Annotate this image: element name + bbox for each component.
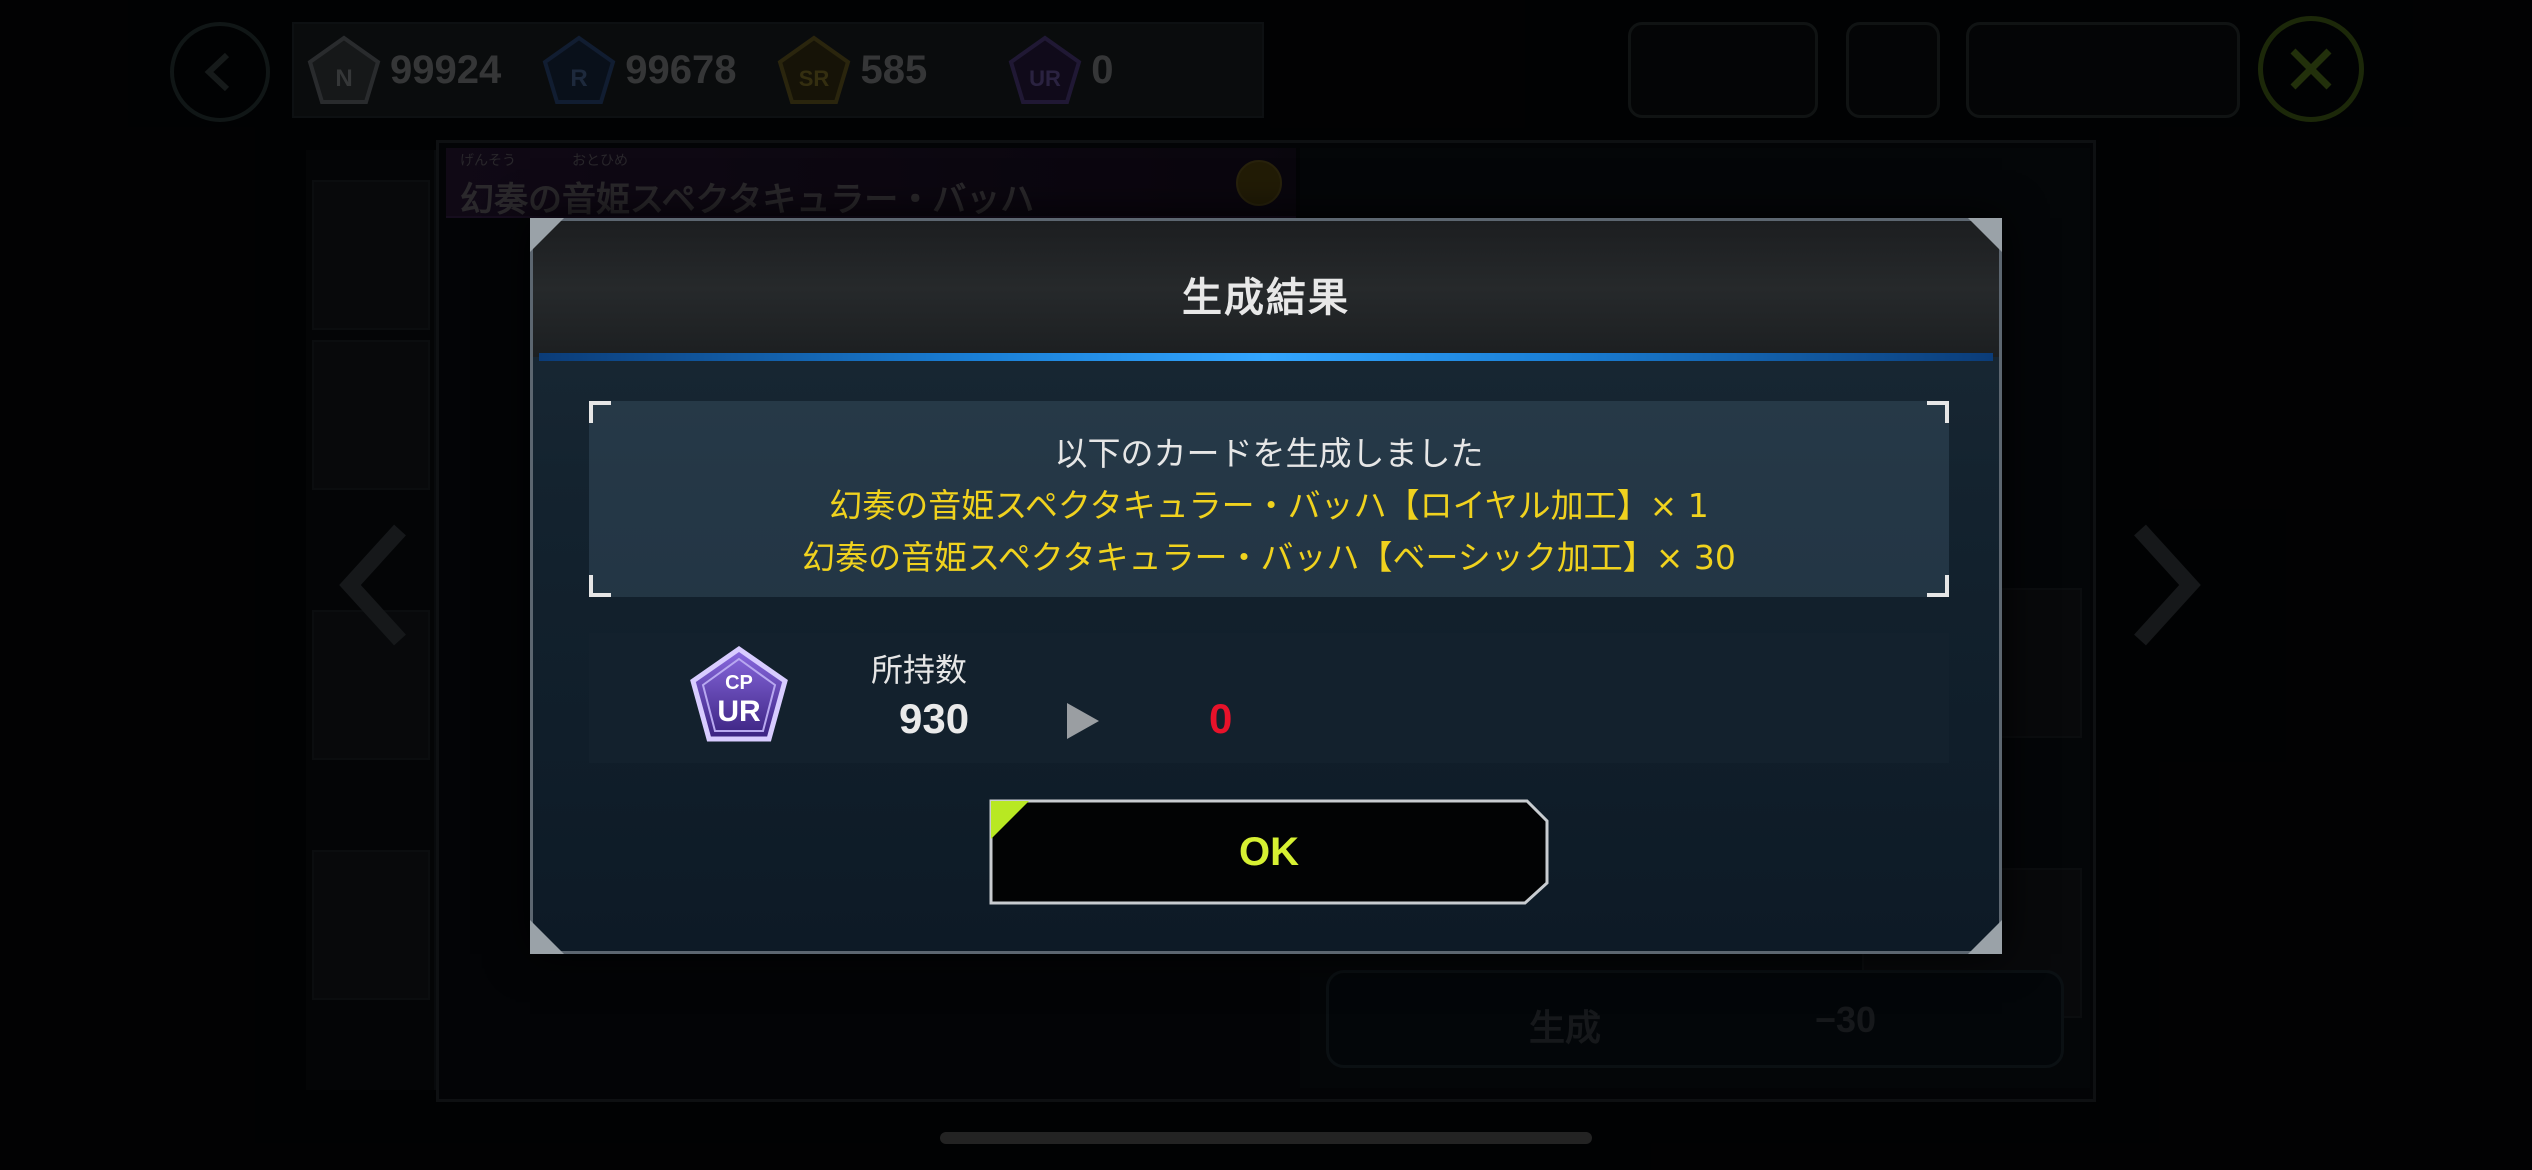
- card-thumbnail[interactable]: [312, 850, 430, 1000]
- result-line: 幻奏の音姫スペクタキュラー・バッハ【ベーシック加工】× 30: [802, 538, 1736, 577]
- generate-label: 生成: [1529, 1008, 1602, 1049]
- card-name: 幻奏の音姫スペクタキュラー・バッハ: [460, 180, 1035, 220]
- cp-n-gem-icon: N: [307, 35, 381, 104]
- result-line: 幻奏の音姫スペクタキュラー・バッハ【ロイヤル加工】× 1: [829, 486, 1709, 525]
- frame-bracket: [1927, 401, 1949, 423]
- card-thumbnail[interactable]: [312, 180, 430, 330]
- frame-corner: [1968, 920, 2002, 954]
- ok-button[interactable]: OK: [989, 799, 1549, 905]
- svg-text:N: N: [335, 65, 352, 92]
- dialog-title: 生成結果: [1182, 275, 1350, 321]
- cp-sr-counter: SR 585: [776, 34, 927, 106]
- svg-text:UR: UR: [717, 695, 761, 728]
- frame-corner: [530, 218, 564, 252]
- home-indicator[interactable]: [940, 1132, 1592, 1144]
- cp-sr-gem-icon: SR: [778, 35, 851, 104]
- chevron-left-icon: [204, 52, 230, 92]
- svg-text:R: R: [571, 65, 588, 92]
- frame-bracket: [589, 401, 611, 423]
- play-arrow-icon: [1067, 703, 1099, 739]
- cp-r-counter: R 99678: [541, 34, 736, 106]
- generation-result-dialog: 生成結果 以下のカードを生成しました 幻奏の音姫スペクタキュラー・バッハ【ロイヤ…: [530, 218, 2002, 954]
- cp-ur-gem-icon: CP UR: [690, 645, 788, 742]
- svg-text:SR: SR: [799, 66, 830, 91]
- card-furigana: げんそう おとひめ: [460, 153, 628, 169]
- cp-n-counter: N 99924: [306, 34, 501, 106]
- cp-ur-counter: UR 0: [1007, 34, 1113, 106]
- back-button[interactable]: [170, 22, 270, 122]
- cp-sr-value: 585: [860, 47, 928, 92]
- next-card-arrow-icon[interactable]: [2120, 520, 2210, 650]
- result-message: 以下のカードを生成しました: [1054, 434, 1484, 473]
- cp-r-gem-icon: R: [542, 35, 616, 104]
- frame-corner: [1968, 218, 2002, 252]
- owned-count-after: 0: [1209, 695, 1233, 742]
- cp-counter-bar: N 99924 R 99678 SR 585 UR 0: [292, 22, 1264, 118]
- ok-button-label: OK: [1239, 829, 1299, 874]
- stamp-button[interactable]: [1628, 22, 1818, 118]
- close-button[interactable]: [2258, 16, 2364, 122]
- cp-r-value: 99678: [625, 47, 737, 92]
- rarity-filter-button[interactable]: [1846, 22, 1940, 118]
- generate-cost: −30: [1815, 999, 1877, 1040]
- card-title-bar: げんそう おとひめ 幻奏の音姫スペクタキュラー・バッハ: [446, 148, 1296, 220]
- result-message-box: 以下のカードを生成しました 幻奏の音姫スペクタキュラー・バッハ【ロイヤル加工】×…: [589, 401, 1949, 597]
- cp-n-value: 99924: [390, 47, 502, 92]
- svg-text:UR: UR: [1029, 66, 1061, 91]
- owned-count-before: 930: [899, 695, 970, 742]
- owned-count-row: CP UR 所持数 930 0: [589, 633, 1949, 763]
- dialog-header: 生成結果: [533, 221, 1999, 361]
- owned-count-label: 所持数: [871, 651, 968, 689]
- cp-ur-value: 0: [1091, 47, 1114, 92]
- generate-button[interactable]: 生成 −30: [1326, 970, 2064, 1068]
- attribute-icon: [1236, 160, 1282, 206]
- svg-text:CP: CP: [725, 672, 753, 694]
- prev-card-arrow-icon[interactable]: [330, 520, 420, 650]
- close-icon: [2290, 48, 2332, 90]
- card-thumbnail[interactable]: [312, 340, 430, 490]
- frame-corner: [530, 920, 564, 954]
- header-divider: [539, 353, 1993, 361]
- save-button[interactable]: [1966, 22, 2240, 118]
- cp-ur-gem-icon: UR: [1008, 35, 1082, 104]
